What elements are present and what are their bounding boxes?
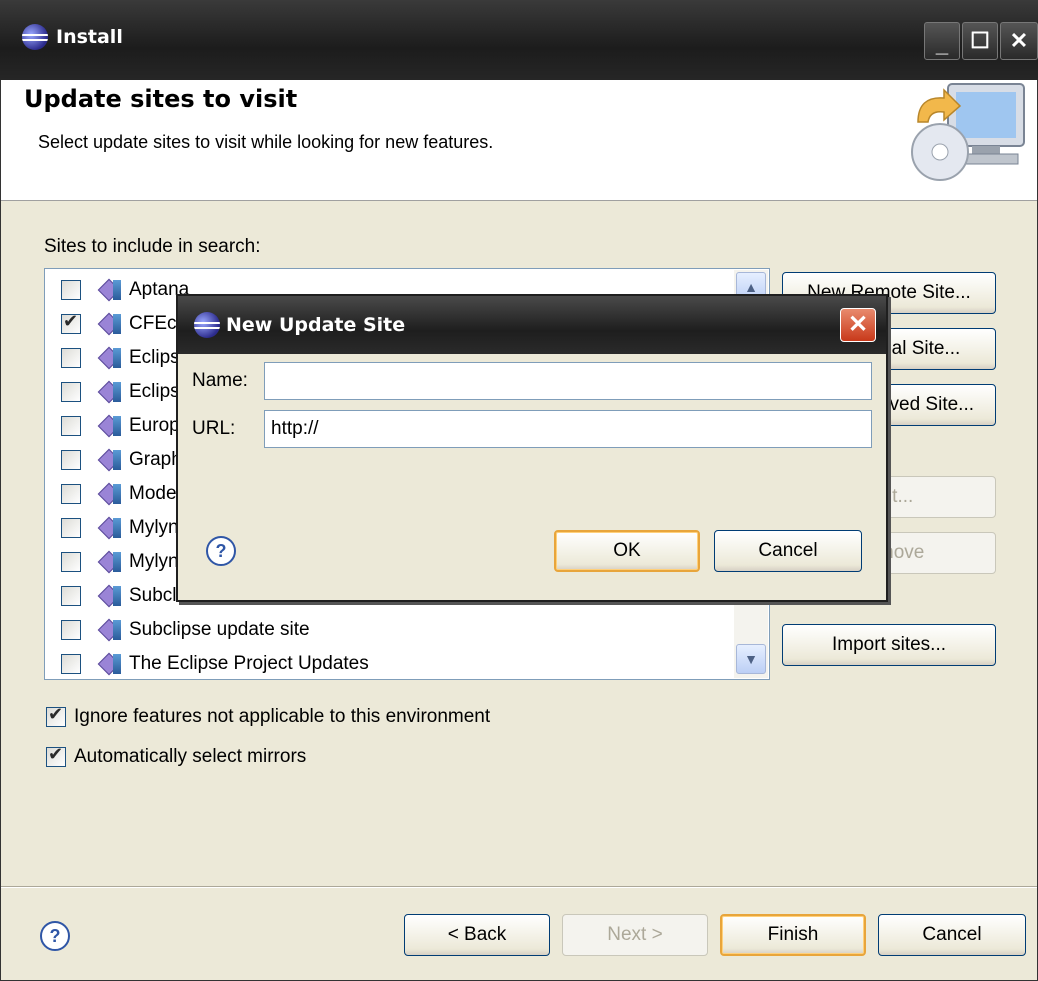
page-title: Update sites to visit: [24, 85, 298, 113]
footer-separator-highlight: [1, 887, 1037, 888]
site-checkbox[interactable]: [61, 620, 81, 640]
site-label: Mylyn: [129, 551, 179, 572]
minimize-button[interactable]: _: [924, 22, 960, 60]
update-site-icon: [97, 550, 123, 574]
ignore-features-label: Ignore features not applicable to this e…: [74, 706, 491, 727]
list-item[interactable]: Subclipse update site: [61, 613, 310, 647]
list-item[interactable]: Eclipse: [61, 341, 190, 375]
auto-mirrors-label: Automatically select mirrors: [74, 746, 307, 767]
window-titlebar[interactable]: [0, 0, 1038, 80]
update-site-icon: [97, 482, 123, 506]
site-checkbox[interactable]: [61, 484, 81, 504]
back-button[interactable]: < Back: [404, 914, 550, 956]
install-banner-icon: [911, 83, 1025, 181]
site-checkbox[interactable]: [61, 552, 81, 572]
ignore-features-option[interactable]: Ignore features not applicable to this e…: [46, 704, 491, 728]
url-field[interactable]: http://: [264, 410, 872, 448]
list-item[interactable]: Mylyn: [61, 545, 179, 579]
close-button[interactable]: ✕: [1000, 22, 1038, 60]
list-item[interactable]: Model: [61, 477, 181, 511]
list-item[interactable]: Europa: [61, 409, 190, 443]
list-item[interactable]: Mylyn: [61, 511, 179, 545]
site-checkbox[interactable]: [61, 348, 81, 368]
scroll-down-icon[interactable]: ▼: [736, 644, 766, 674]
window-title: Install: [56, 26, 123, 48]
site-checkbox[interactable]: [61, 450, 81, 470]
list-item[interactable]: Aptana: [61, 273, 189, 307]
dialog-cancel-button[interactable]: Cancel: [714, 530, 862, 572]
update-site-icon: [97, 448, 123, 472]
page-description: Select update sites to visit while looki…: [38, 132, 494, 152]
url-label: URL:: [192, 418, 236, 439]
sites-label: Sites to include in search:: [44, 236, 261, 257]
update-site-icon: [97, 312, 123, 336]
eclipse-icon: [194, 312, 220, 338]
update-site-icon: [97, 414, 123, 438]
name-label: Name:: [192, 370, 248, 391]
update-site-icon: [97, 278, 123, 302]
next-button[interactable]: Next >: [562, 914, 708, 956]
update-site-icon: [97, 380, 123, 404]
list-item[interactable]: The Eclipse Project Updates: [61, 647, 369, 679]
site-label: The Eclipse Project Updates: [129, 653, 369, 674]
update-site-icon: [97, 618, 123, 642]
site-label: Subclipse update site: [129, 619, 310, 640]
list-item[interactable]: Eclipse: [61, 375, 190, 409]
cancel-button[interactable]: Cancel: [878, 914, 1026, 956]
update-site-icon: [97, 346, 123, 370]
site-checkbox[interactable]: [61, 311, 81, 334]
site-checkbox[interactable]: [61, 382, 81, 402]
site-label: Model: [129, 483, 181, 504]
update-site-icon: [97, 652, 123, 676]
help-icon[interactable]: ?: [40, 921, 70, 951]
name-field[interactable]: [264, 362, 872, 400]
site-checkbox[interactable]: [61, 518, 81, 538]
help-icon[interactable]: ?: [206, 536, 236, 566]
site-checkbox[interactable]: [61, 654, 81, 674]
ignore-features-checkbox[interactable]: [46, 704, 66, 727]
update-site-icon: [97, 516, 123, 540]
site-checkbox[interactable]: [61, 586, 81, 606]
site-label: Mylyn: [129, 517, 179, 538]
dialog-title: New Update Site: [226, 314, 406, 336]
site-checkbox[interactable]: [61, 280, 81, 300]
import-sites-button[interactable]: Import sites...: [782, 624, 996, 666]
site-checkbox[interactable]: [61, 416, 81, 436]
dialog-close-icon[interactable]: ✕: [840, 308, 876, 342]
finish-button[interactable]: Finish: [720, 914, 866, 956]
auto-mirrors-checkbox[interactable]: [46, 744, 66, 767]
update-site-icon: [97, 584, 123, 608]
maximize-button[interactable]: ☐: [962, 22, 998, 60]
eclipse-icon: [22, 24, 48, 50]
auto-mirrors-option[interactable]: Automatically select mirrors: [46, 744, 307, 768]
ok-button[interactable]: OK: [554, 530, 700, 572]
